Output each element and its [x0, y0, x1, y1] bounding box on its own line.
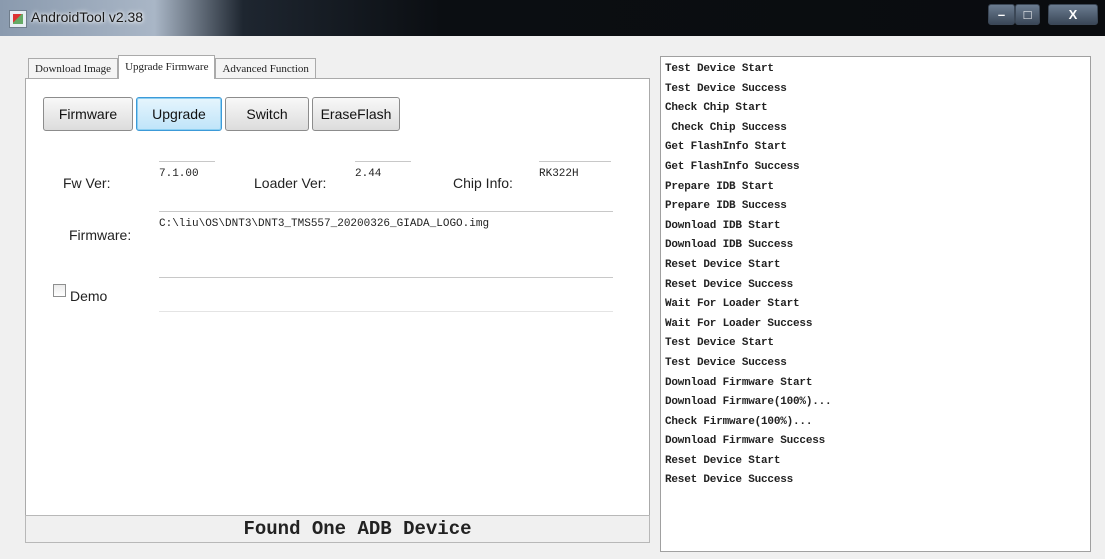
firmware-button[interactable]: Firmware: [43, 97, 133, 131]
title-bar: AndroidTool v2.38 – □ X: [0, 0, 1105, 36]
log-line: Reset Device Start: [665, 258, 781, 271]
log-line: Test Device Start: [665, 63, 774, 75]
chip-info-label: Chip Info:: [453, 175, 513, 191]
tab-strip: Download Image Upgrade Firmware Advanced…: [28, 55, 316, 79]
log-line: Download IDB Start: [665, 219, 781, 232]
demo-checkbox[interactable]: [53, 284, 66, 297]
log-line: Test Device Success: [665, 82, 787, 95]
loader-ver-label: Loader Ver:: [254, 175, 327, 191]
log-line: Reset Device Success: [665, 278, 794, 291]
status-bar: Found One ADB Device: [25, 515, 650, 543]
log-line: Wait For Loader Success: [665, 317, 813, 330]
tab-download-image[interactable]: Download Image: [28, 58, 119, 79]
eraseflash-button[interactable]: EraseFlash: [312, 97, 400, 131]
minimize-button[interactable]: –: [988, 4, 1015, 25]
log-line: Download IDB Success: [665, 239, 794, 252]
log-line: Get FlashInfo Start: [665, 141, 787, 154]
log-line: Reset Device Start: [665, 454, 781, 467]
log-line: Prepare IDB Start: [665, 180, 774, 193]
log-line: Check Chip Start: [665, 102, 768, 115]
log-line: Get FlashInfo Success: [665, 160, 800, 173]
app-icon: [9, 10, 27, 28]
switch-button[interactable]: Switch: [225, 97, 309, 131]
window-client: Download Image Upgrade Firmware Advanced…: [0, 36, 1105, 559]
log-line: Wait For Loader Start: [665, 298, 800, 311]
fw-ver-label: Fw Ver:: [63, 175, 111, 191]
log-panel[interactable]: Test Device Start Test Device Success Chec…: [660, 56, 1091, 552]
firmware-path: C:\liu\OS\DNT3\DNT3_TMS557_20200326_GIAD…: [159, 211, 613, 230]
fw-ver-value: 7.1.00: [159, 161, 215, 180]
loader-ver-value: 2.44: [355, 161, 411, 180]
log-line: Download Firmware Success: [665, 435, 826, 448]
log-line: Check Firmware(100%)...: [665, 415, 813, 428]
log-line: Reset Device Success: [665, 474, 794, 487]
window-title: AndroidTool v2.38: [31, 9, 144, 25]
window-controls: – □ X: [988, 4, 1101, 26]
log-line: Prepare IDB Success: [665, 200, 787, 213]
divider: [159, 311, 613, 312]
chip-info-value: RK322H: [539, 161, 611, 180]
close-button[interactable]: X: [1048, 4, 1098, 25]
log-line: Download Firmware Start: [665, 376, 813, 389]
demo-label: Demo: [70, 288, 108, 304]
log-line: Test Device Start: [665, 337, 774, 350]
tab-upgrade-firmware[interactable]: Upgrade Firmware: [118, 55, 216, 79]
upgrade-firmware-panel: Firmware Upgrade Switch EraseFlash Fw Ve…: [25, 78, 650, 540]
maximize-button[interactable]: □: [1015, 4, 1040, 25]
log-line: Test Device Success: [665, 356, 787, 369]
log-line: Download Firmware(100%)...: [665, 396, 832, 409]
divider: [159, 277, 613, 278]
tab-advanced-function[interactable]: Advanced Function: [215, 58, 316, 79]
upgrade-button[interactable]: Upgrade: [136, 97, 222, 131]
log-line: Check Chip Success: [665, 121, 787, 134]
firmware-label: Firmware:: [69, 227, 132, 243]
